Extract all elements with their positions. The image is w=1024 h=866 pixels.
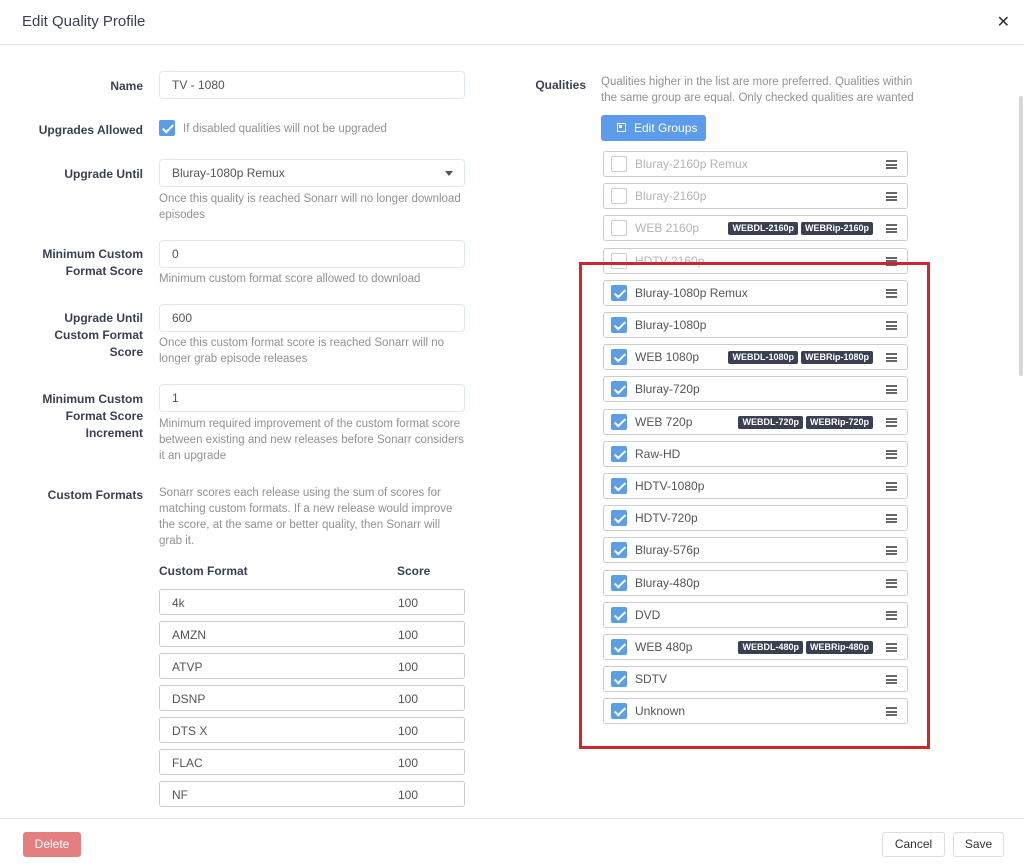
custom-format-row[interactable]: FLAC 100 [159, 749, 465, 775]
min-cf-increment-input[interactable]: 1 [159, 384, 465, 412]
custom-format-row[interactable]: ATVP 100 [159, 653, 465, 679]
edit-groups-icon [617, 123, 626, 132]
quality-row[interactable]: Bluray-2160p [603, 183, 908, 210]
modal-title: Edit Quality Profile [22, 13, 146, 30]
modal-body: Name TV - 1080 Upgrades Allowed If disab… [0, 46, 1024, 818]
quality-name: Bluray-2160p [635, 189, 707, 204]
custom-format-score[interactable]: 100 [398, 756, 418, 770]
upgrade-cf-score-label: Upgrade Until Custom Format Score [54, 311, 143, 359]
custom-format-name: ATVP [172, 660, 203, 674]
drag-handle-icon[interactable] [886, 224, 897, 234]
chevron-down-icon [445, 171, 453, 176]
custom-format-name: 4k [172, 596, 185, 610]
quality-row[interactable]: Bluray-2160p Remux [603, 151, 908, 177]
custom-format-name: AMZN [172, 628, 206, 642]
upgrade-until-select[interactable]: Bluray-1080p Remux [159, 159, 465, 187]
custom-format-row[interactable]: 4k 100 [159, 589, 465, 615]
custom-format-score[interactable]: 100 [398, 724, 418, 738]
upgrades-allowed-checkbox[interactable] [159, 120, 175, 136]
custom-format-row[interactable]: NF 100 [159, 781, 465, 807]
min-cf-increment-help: Minimum required improvement of the cust… [159, 418, 464, 462]
custom-format-name: NF [172, 788, 188, 802]
quality-tag: WEBRip-2160p [800, 222, 873, 236]
edit-groups-button[interactable]: Edit Groups [601, 115, 706, 141]
highlight-box [579, 262, 930, 749]
custom-formats-label: Custom Formats [47, 488, 143, 502]
min-cf-increment-label: Minimum Custom Format Score Increment [42, 392, 143, 440]
custom-format-score[interactable]: 100 [398, 596, 418, 610]
upgrade-cf-score-input[interactable]: 600 [159, 304, 465, 332]
quality-name: Bluray-2160p Remux [635, 157, 748, 171]
custom-format-score[interactable]: 100 [398, 692, 418, 706]
custom-format-score[interactable]: 100 [398, 788, 418, 802]
custom-format-name: DSNP [172, 692, 206, 706]
upgrade-until-value: Bluray-1080p Remux [172, 166, 285, 180]
name-label: Name [110, 79, 143, 93]
quality-checkbox[interactable] [611, 188, 627, 205]
cf-col-format: Custom Format [159, 564, 248, 578]
name-input[interactable]: TV - 1080 [159, 71, 465, 99]
cancel-button[interactable]: Cancel [882, 832, 945, 857]
delete-button[interactable]: Delete [23, 832, 81, 857]
upgrades-allowed-label: Upgrades Allowed [38, 123, 143, 137]
custom-format-score[interactable]: 100 [398, 660, 418, 674]
qualities-label: Qualities [535, 78, 586, 92]
min-cf-score-label: Minimum Custom Format Score [42, 247, 143, 278]
edit-groups-label: Edit Groups [634, 121, 698, 135]
quality-checkbox[interactable] [611, 220, 627, 237]
quality-tags: WEBDL-2160p WEBRip-2160p [728, 222, 873, 236]
modal-header: Edit Quality Profile ✕ [0, 0, 1024, 45]
save-button[interactable]: Save [953, 832, 1004, 857]
upgrades-allowed-help: If disabled qualities will not be upgrad… [183, 123, 387, 135]
scrollbar[interactable] [1019, 96, 1023, 376]
custom-format-row[interactable]: DTS X 100 [159, 717, 465, 743]
min-cf-score-input[interactable]: 0 [159, 240, 465, 268]
upgrade-until-help: Once this quality is reached Sonarr will… [159, 193, 461, 221]
cf-col-score: Score [397, 564, 431, 578]
custom-format-name: DTS X [172, 724, 208, 738]
custom-format-name: FLAC [172, 756, 203, 770]
min-cf-score-help: Minimum custom format score allowed to d… [159, 273, 421, 285]
upgrade-until-label: Upgrade Until [64, 167, 143, 181]
close-icon[interactable]: ✕ [997, 12, 1010, 32]
quality-name: WEB 2160p [635, 221, 700, 236]
drag-handle-icon[interactable] [886, 192, 897, 202]
custom-formats-help: Sonarr scores each release using the sum… [159, 487, 453, 547]
drag-handle-icon[interactable] [886, 160, 897, 169]
custom-format-row[interactable]: DSNP 100 [159, 685, 465, 711]
modal-footer: Delete Cancel Save [0, 818, 1024, 866]
custom-format-score[interactable]: 100 [398, 628, 418, 642]
custom-format-row[interactable]: AMZN 100 [159, 621, 465, 647]
quality-row[interactable]: WEB 2160p WEBDL-2160p WEBRip-2160p [603, 215, 908, 242]
quality-checkbox[interactable] [611, 156, 627, 172]
qualities-help: Qualities higher in the list are more pr… [601, 76, 914, 104]
upgrade-cf-score-help: Once this custom format score is reached… [159, 337, 445, 365]
quality-tag: WEBDL-2160p [728, 222, 798, 236]
